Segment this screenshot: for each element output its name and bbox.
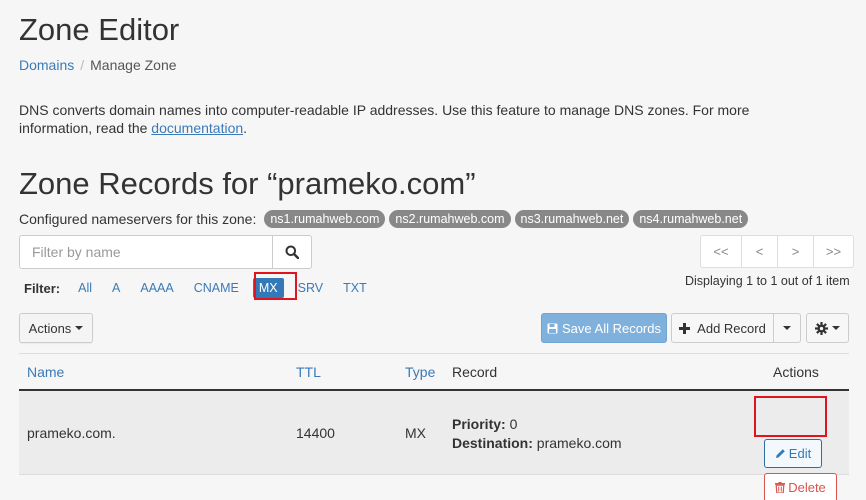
pagination: << < > >>: [700, 235, 854, 268]
page-last-button[interactable]: >>: [813, 235, 854, 268]
save-all-label: Save All Records: [562, 320, 661, 336]
search-icon: [285, 245, 299, 259]
breadcrumb: Domains / Manage Zone: [19, 57, 177, 73]
record-type: MX: [405, 425, 426, 441]
delete-button[interactable]: Delete: [764, 473, 837, 500]
breadcrumb-domains-link[interactable]: Domains: [19, 57, 74, 73]
edit-label: Edit: [788, 446, 812, 461]
record-details: Priority: 0 Destination: prameko.com: [452, 415, 622, 453]
caret-down-icon: [832, 326, 840, 330]
filter-tab-a[interactable]: A: [106, 278, 126, 298]
trash-icon: [775, 482, 786, 493]
documentation-link[interactable]: documentation: [151, 120, 243, 136]
nameserver-badge: ns3.rumahweb.net: [514, 210, 630, 228]
plus-icon: [679, 322, 691, 334]
breadcrumb-current: Manage Zone: [90, 57, 177, 73]
add-record-dropdown-toggle[interactable]: [774, 313, 801, 343]
mx-highlight-box: [254, 272, 297, 300]
filter-tabs: Filter: All A AAAA CNAME MX SRV TXT: [24, 278, 381, 298]
column-header-actions: Actions: [773, 364, 819, 380]
column-header-ttl[interactable]: TTL: [296, 364, 321, 380]
page-prev-button[interactable]: <: [741, 235, 778, 268]
page-first-button[interactable]: <<: [700, 235, 742, 268]
destination-value: prameko.com: [536, 435, 622, 451]
add-record-label: Add Record: [697, 320, 766, 336]
priority-value: 0: [509, 416, 518, 432]
zone-records-title: Zone Records for “prameko.com”: [19, 166, 476, 201]
zone-records-table: Name TTL Type Record Actions prameko.com…: [19, 353, 849, 500]
pagination-info: Displaying 1 to 1 out of 1 item: [685, 274, 850, 288]
add-record-button[interactable]: Add Record: [671, 313, 774, 343]
record-ttl: 14400: [296, 425, 335, 441]
filter-tab-cname[interactable]: CNAME: [188, 278, 245, 298]
column-header-record: Record: [452, 364, 498, 380]
priority-label: Priority:: [452, 416, 506, 432]
table-header: Name TTL Type Record Actions: [19, 353, 849, 391]
nameserver-badge: ns1.rumahweb.com: [264, 210, 386, 228]
search-button[interactable]: [273, 235, 312, 269]
search-input[interactable]: [19, 235, 273, 269]
gear-icon: [815, 321, 828, 335]
column-header-type[interactable]: Type: [405, 364, 435, 380]
edit-highlight-box: [754, 396, 827, 437]
table-row: prameko.com. 14400 MX Priority: 0 Destin…: [19, 391, 849, 500]
actions-label: Actions: [28, 320, 72, 336]
destination-label: Destination:: [452, 435, 533, 451]
breadcrumb-separator: /: [80, 57, 85, 73]
description-text: DNS converts domain names into computer-…: [19, 102, 750, 136]
save-all-records-button[interactable]: Save All Records: [541, 313, 667, 343]
page-description: DNS converts domain names into computer-…: [19, 101, 799, 137]
filter-tab-all[interactable]: All: [72, 278, 98, 298]
actions-dropdown-button[interactable]: Actions: [19, 313, 93, 343]
filter-label: Filter:: [24, 280, 61, 296]
description-end: .: [243, 120, 248, 136]
column-header-name[interactable]: Name: [27, 364, 64, 380]
filter-tab-txt[interactable]: TXT: [337, 278, 373, 298]
record-name: prameko.com.: [27, 425, 116, 441]
nameservers-label: Configured nameservers for this zone:: [19, 211, 257, 227]
page-next-button[interactable]: >: [777, 235, 814, 268]
delete-label: Delete: [788, 480, 826, 495]
nameserver-badge: ns2.rumahweb.com: [389, 210, 511, 228]
caret-down-icon: [783, 326, 791, 330]
save-icon: [547, 323, 558, 333]
nameservers-row: Configured nameservers for this zone: ns…: [19, 210, 749, 228]
settings-dropdown-button[interactable]: [806, 313, 849, 343]
edit-button[interactable]: Edit: [764, 439, 822, 468]
page-title: Zone Editor: [19, 12, 180, 47]
search-group: [19, 235, 312, 269]
pencil-icon: [775, 449, 785, 458]
filter-tab-srv[interactable]: SRV: [292, 278, 329, 298]
add-record-group: Add Record: [671, 313, 801, 343]
nameserver-badge: ns4.rumahweb.net: [633, 210, 749, 228]
filter-tab-aaaa[interactable]: AAAA: [134, 278, 179, 298]
caret-down-icon: [75, 326, 84, 330]
